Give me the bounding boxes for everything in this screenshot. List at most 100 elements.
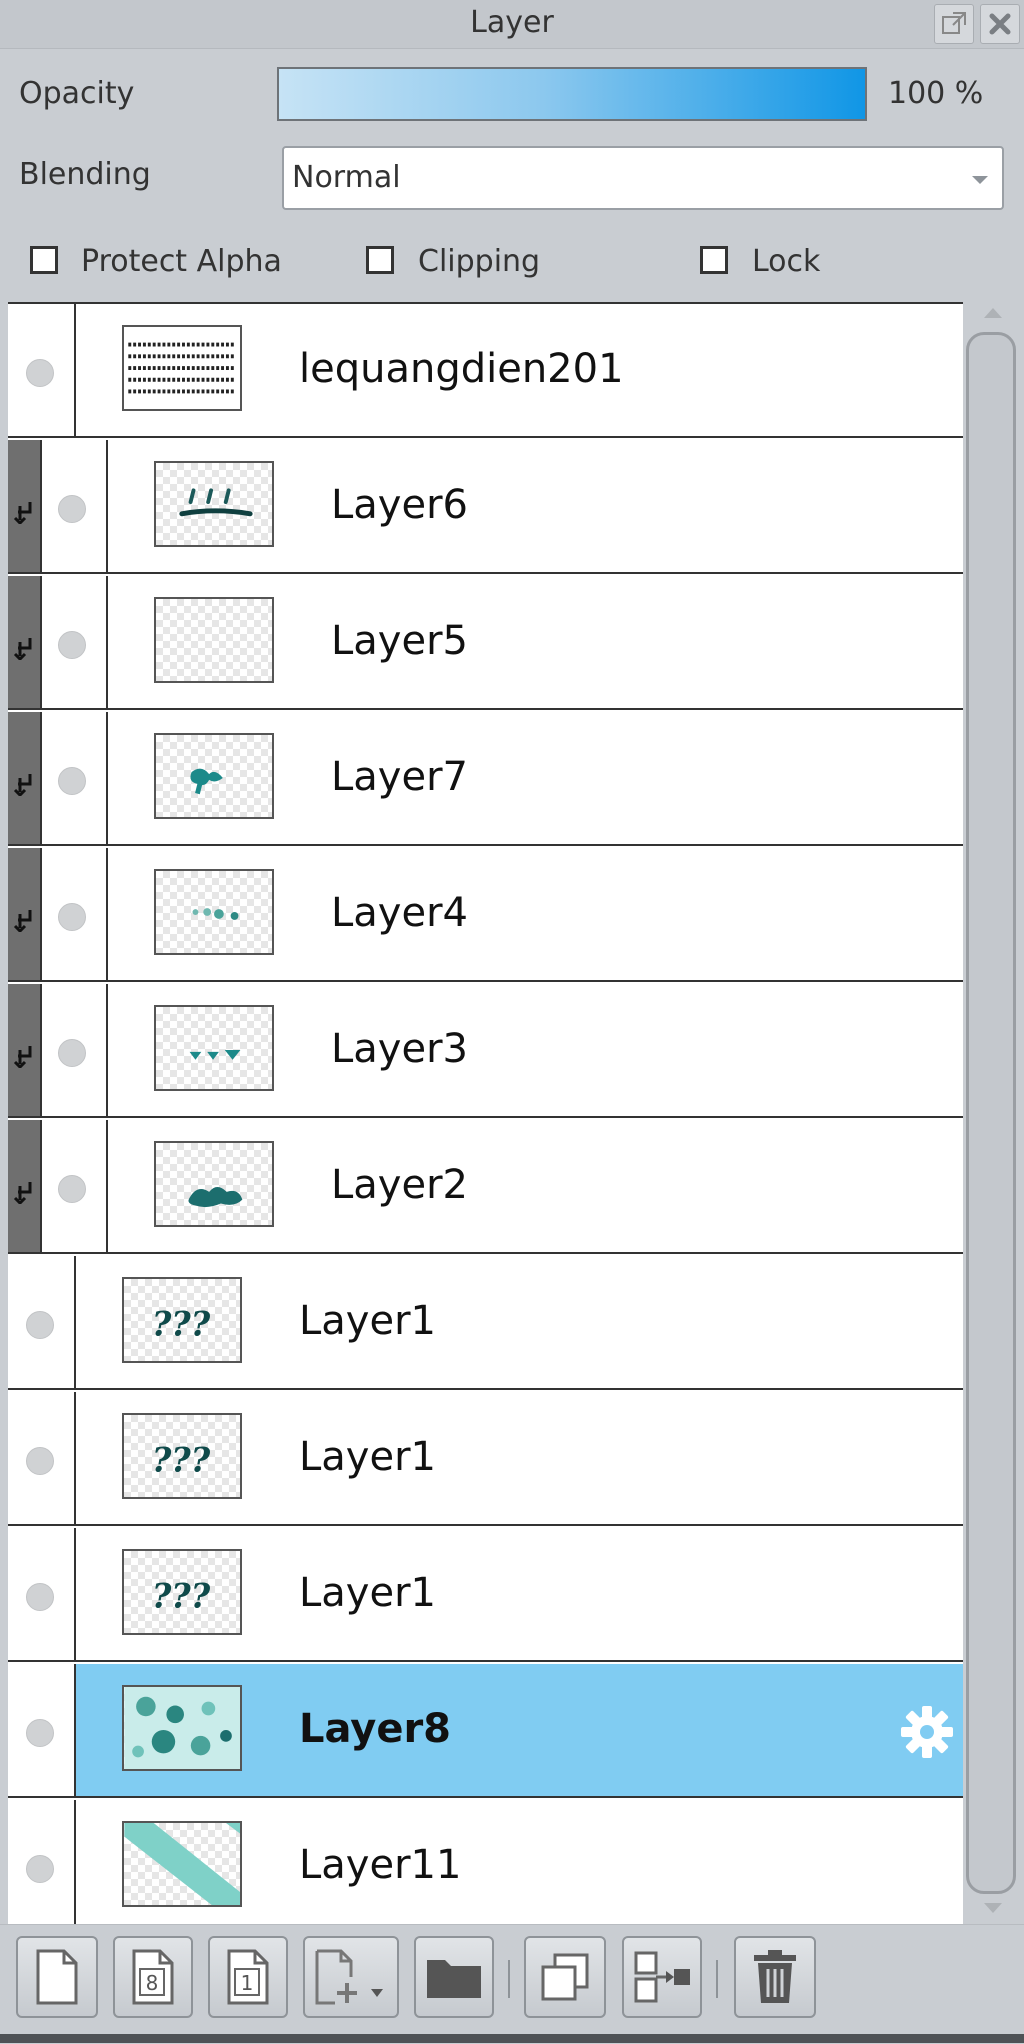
clipping-checkbox[interactable]: [366, 246, 394, 274]
visibility-toggle[interactable]: [26, 1719, 54, 1747]
add-layer-menu-icon: [315, 1949, 383, 2005]
clipping-indicator: [8, 440, 40, 572]
layer-name: Layer6: [331, 482, 468, 528]
thumbnail-art: ???: [152, 1305, 211, 1344]
blending-value: Normal: [292, 160, 401, 195]
gear-icon[interactable]: [899, 1704, 955, 1760]
layer-row[interactable]: Layer7: [8, 712, 963, 846]
add-layer-menu-button[interactable]: [303, 1936, 399, 2018]
row-divider: [74, 1664, 76, 1798]
row-divider: [106, 848, 108, 982]
blending-label: Blending: [19, 157, 151, 192]
layer-name: Layer11: [299, 1842, 462, 1888]
visibility-toggle[interactable]: [26, 1311, 54, 1339]
visibility-toggle[interactable]: [26, 1583, 54, 1611]
visibility-toggle[interactable]: [58, 631, 86, 659]
clipping-indicator: [8, 1120, 40, 1252]
visibility-toggle[interactable]: [58, 495, 86, 523]
visibility-toggle[interactable]: [26, 359, 54, 387]
layer-thumbnail: ???: [122, 1277, 242, 1363]
opacity-slider[interactable]: [277, 67, 867, 121]
row-divider: [106, 576, 108, 710]
layer-row[interactable]: ??? Layer1: [8, 1392, 963, 1526]
thumbnail-art: [156, 599, 274, 683]
popout-icon: [942, 12, 966, 34]
visibility-toggle[interactable]: [26, 1855, 54, 1883]
row-divider: [106, 1120, 108, 1254]
row-divider: [40, 440, 42, 574]
delete-layer-button[interactable]: [734, 1936, 816, 2018]
layer-thumbnail: [122, 1821, 242, 1907]
layer-row[interactable]: ??? Layer1: [8, 1256, 963, 1390]
layer-name: lequangdien201: [299, 346, 624, 392]
layer-name: Layer8: [299, 1706, 452, 1752]
thumbnail-art: [124, 1687, 240, 1769]
title-bar[interactable]: Layer: [0, 0, 1024, 49]
layer-thumbnail: [122, 1685, 242, 1771]
layer-row[interactable]: lequangdien201: [8, 304, 963, 438]
new-1bit-layer-button[interactable]: 1: [208, 1936, 288, 2018]
layer-row[interactable]: Layer11: [8, 1800, 963, 1926]
scrollbar-thumb[interactable]: [966, 332, 1016, 1894]
thumbnail-art: [179, 488, 253, 517]
layer-row[interactable]: Layer2: [8, 1120, 963, 1254]
merge-down-icon: [634, 1951, 690, 2003]
scroll-up-arrow[interactable]: [984, 308, 1002, 318]
close-button[interactable]: [980, 4, 1020, 44]
new-1bit-layer-icon: 1: [227, 1949, 269, 2005]
layer-row[interactable]: ??? Layer1: [8, 1528, 963, 1662]
lock-checkbox[interactable]: [700, 246, 728, 274]
thumbnail-art: ???: [152, 1577, 211, 1616]
layer-thumbnail: [122, 325, 242, 411]
visibility-toggle[interactable]: [58, 903, 86, 931]
thumbnail-art: [124, 1823, 240, 1905]
blending-select[interactable]: Normal: [282, 146, 1004, 210]
duplicate-layer-button[interactable]: [524, 1936, 606, 2018]
protect-alpha-checkbox[interactable]: [30, 246, 58, 274]
clipping-arrow-icon: [13, 638, 32, 660]
new-8bit-layer-icon: 8: [132, 1949, 174, 2005]
layer-row[interactable]: Layer3: [8, 984, 963, 1118]
visibility-toggle[interactable]: [26, 1447, 54, 1475]
visibility-toggle[interactable]: [58, 1039, 86, 1067]
clipping-indicator: [8, 712, 40, 844]
row-divider: [106, 440, 108, 574]
row-divider: [106, 984, 108, 1118]
visibility-toggle[interactable]: [58, 767, 86, 795]
layer-thumbnail: [154, 597, 274, 683]
row-divider: [40, 1120, 42, 1254]
layer-name: Layer3: [331, 1026, 468, 1072]
clipping-label[interactable]: Clipping: [418, 244, 540, 279]
toolbar-separator: [716, 1960, 718, 1998]
visibility-toggle[interactable]: [58, 1175, 86, 1203]
popout-button[interactable]: [934, 4, 974, 44]
layer-name: Layer1: [299, 1570, 436, 1616]
layer-thumbnail: [154, 869, 274, 955]
scroll-down-arrow[interactable]: [984, 1903, 1002, 1913]
thumbnail-art: [192, 908, 239, 920]
layer-row[interactable]: Layer4: [8, 848, 963, 982]
toolbar-separator: [508, 1960, 510, 1998]
layer-name: Layer2: [331, 1162, 468, 1208]
new-layer-button[interactable]: [16, 1936, 98, 2018]
layer-thumbnail: ???: [122, 1549, 242, 1635]
new-8bit-layer-button[interactable]: 8: [113, 1936, 193, 2018]
layer-thumbnail: ???: [122, 1413, 242, 1499]
layer-row[interactable]: Layer5: [8, 576, 963, 710]
opacity-label: Opacity: [19, 76, 135, 111]
layer-list[interactable]: lequangdien201 Layer6 Layer5 Layer7 Layer4 La…: [8, 302, 963, 1926]
layer-name: Layer7: [331, 754, 468, 800]
layer-name: Layer1: [299, 1298, 436, 1344]
clipping-indicator: [8, 984, 40, 1116]
thumbnail-art: [188, 1186, 243, 1208]
layer-name: Layer5: [331, 618, 468, 664]
merge-down-button[interactable]: [622, 1936, 702, 2018]
new-folder-button[interactable]: [414, 1936, 494, 2018]
layer-row[interactable]: Layer6: [8, 440, 963, 574]
chevron-down-icon: [972, 176, 988, 184]
layer-row[interactable]: Layer8: [8, 1664, 963, 1798]
duplicate-layer-icon: [541, 1953, 589, 2001]
clipping-indicator: [8, 576, 40, 708]
protect-alpha-label[interactable]: Protect Alpha: [81, 244, 282, 279]
lock-label[interactable]: Lock: [752, 244, 820, 279]
